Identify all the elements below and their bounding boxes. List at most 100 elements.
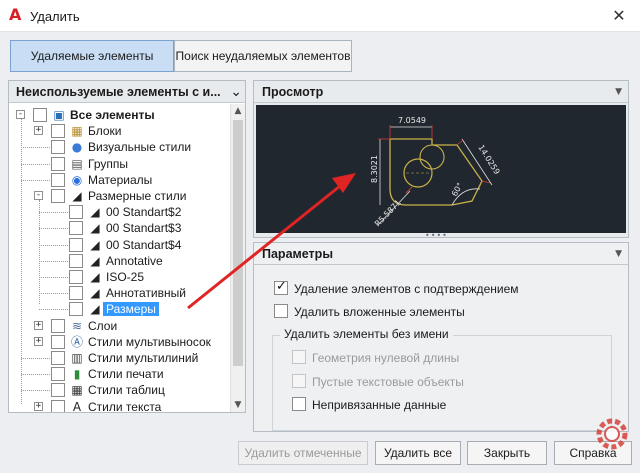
tree-row[interactable]: ◢ Размеры — [9, 301, 231, 317]
tree-panel-header: Неиспользуемые элементы с и... ⌄ — [9, 81, 245, 103]
tree-row[interactable]: ◢ 00 Standart$4 — [9, 237, 231, 253]
tree-item-checkbox[interactable] — [33, 108, 47, 122]
collapse-icon[interactable]: - — [34, 191, 43, 200]
expand-icon[interactable]: + — [34, 401, 43, 411]
purge-tree: - ▣ Все элементы + ▦ Блоки ● Визуальные стили ▤ Г… — [9, 104, 231, 412]
tree-scrollbar[interactable]: ▲ ▼ — [230, 104, 245, 412]
tree-item-checkbox[interactable] — [69, 237, 83, 252]
orphaned-data-checkbox[interactable] — [292, 397, 306, 411]
tree-item-label: Все элементы — [70, 108, 155, 122]
autocad-logo-icon: A — [9, 5, 22, 24]
tree-row[interactable]: ◢ 00 Standart$3 — [9, 220, 231, 236]
scrollbar-thumb[interactable] — [233, 120, 243, 366]
tree-row[interactable]: ▮ Стили печати — [9, 366, 231, 382]
materials-icon: ◉ — [71, 172, 83, 187]
orphaned-data-label: Непривязанные данные — [312, 398, 447, 412]
tree-item-checkbox[interactable] — [51, 124, 65, 139]
table-style-icon: ▦ — [71, 383, 83, 398]
tree-item-checkbox[interactable] — [51, 334, 65, 349]
tree-item-checkbox[interactable] — [69, 221, 83, 236]
window-title: Удалить — [30, 9, 80, 24]
tree-panel-title: Неиспользуемые элементы с и... — [16, 85, 221, 99]
tree-row[interactable]: ◉ Материалы — [9, 172, 231, 188]
tree-item-checkbox[interactable] — [51, 351, 65, 365]
params-title: Параметры — [262, 247, 333, 261]
tree-item-checkbox[interactable] — [51, 189, 65, 203]
splitter-grip[interactable]: •••• — [425, 232, 447, 240]
dimension-preview-drawing: 7.0549 8.3021 14.0259 60° R5.5871 — [370, 116, 501, 228]
tree-row[interactable]: ▦ Стили таблиц — [9, 382, 231, 398]
tree-item-checkbox[interactable] — [51, 156, 65, 171]
tree-item-label: Стили таблиц — [88, 383, 165, 398]
tree-item-label: Размеры — [103, 302, 159, 317]
purge-checked-button[interactable]: Удалить отмеченные — [238, 441, 368, 465]
tree-connector — [39, 212, 68, 214]
tree-item-checkbox[interactable] — [69, 286, 83, 301]
collapse-chevron-icon[interactable]: ⌄ — [230, 81, 242, 102]
tree-item-label: Материалы — [88, 172, 153, 187]
dim-angle-label: 60° — [450, 181, 465, 198]
tab-non-purgeable-items[interactable]: Поиск неудаляемых элементов — [174, 40, 352, 72]
tree-item-checkbox[interactable] — [69, 205, 83, 220]
params-header: Параметры ▼ — [254, 243, 628, 265]
tree-item-checkbox[interactable] — [51, 172, 65, 187]
tree-item-label: Стили мультивыносок — [88, 334, 211, 349]
tree-row[interactable]: ◢ ISO-25 — [9, 269, 231, 285]
expand-icon[interactable]: + — [34, 320, 43, 330]
tree-row[interactable]: ● Визуальные стили — [9, 139, 231, 155]
tree-connector — [39, 260, 68, 262]
tree-item-label: Блоки — [88, 124, 122, 139]
tree-row[interactable]: + ≋ Слои — [9, 318, 231, 334]
tree-item-checkbox[interactable] — [51, 399, 65, 412]
tree-row[interactable]: - ◢ Размерные стили — [9, 188, 231, 204]
tree-row[interactable]: - ▣ Все элементы — [9, 107, 231, 123]
collapse-icon[interactable]: - — [16, 110, 25, 119]
tree-item-checkbox[interactable] — [51, 383, 65, 398]
tree-row[interactable]: ◢ Annotative — [9, 253, 231, 269]
close-button[interactable]: Закрыть — [467, 441, 547, 465]
tree-row[interactable]: ▥ Стили мультилиний — [9, 350, 231, 366]
text-style-icon: A — [72, 399, 82, 412]
tree-connector — [21, 358, 50, 359]
preview-collapse-icon[interactable]: ▼ — [615, 81, 622, 103]
scroll-down-icon[interactable]: ▼ — [231, 398, 245, 412]
confirm-purge-checkbox[interactable] — [274, 279, 288, 295]
gear-watermark-icon — [596, 418, 628, 450]
expand-icon[interactable]: + — [34, 336, 43, 346]
tree-item-label: 00 Standart$4 — [106, 237, 182, 252]
expand-icon[interactable]: + — [34, 126, 43, 136]
multiline-style-icon: ▥ — [71, 351, 83, 365]
tab-purgeable-items[interactable]: Удаляемые элементы — [10, 40, 174, 72]
params-collapse-icon[interactable]: ▼ — [615, 243, 622, 265]
dimension-style-icon: ◢ — [90, 221, 100, 236]
tree-row[interactable]: + A Стили текста — [9, 399, 231, 412]
tree-row[interactable]: ◢ Аннотативный — [9, 285, 231, 301]
dimension-style-icon: ◢ — [90, 237, 100, 252]
tree-row[interactable]: + Ⓐ Стили мультивыносок — [9, 334, 231, 350]
tree-connector — [21, 179, 50, 181]
tree-row[interactable]: + ▦ Блоки — [9, 123, 231, 139]
tree-connector — [39, 277, 68, 278]
dimension-style-icon: ◢ — [90, 253, 100, 268]
groups-icon: ▤ — [71, 156, 83, 171]
tree-row[interactable]: ◢ 00 Standart$2 — [9, 204, 231, 220]
purge-nested-checkbox[interactable] — [274, 304, 288, 318]
preview-panel: Просмотр ▼ 7.0549 8.3021 14.0259 60° R5.… — [253, 80, 629, 238]
tree-item-checkbox[interactable] — [69, 302, 83, 317]
tree-item-checkbox[interactable] — [69, 253, 83, 268]
purge-tree-panel: Неиспользуемые элементы с и... ⌄ - ▣ Все э… — [8, 80, 246, 413]
close-window-button[interactable]: ✕ — [608, 5, 630, 27]
scroll-up-icon[interactable]: ▲ — [231, 104, 245, 118]
purge-all-button[interactable]: Удалить все — [375, 441, 461, 465]
purge-nested-label: Удалить вложенные элементы — [294, 305, 465, 319]
dim-radius-label: R5.5871 — [373, 198, 403, 228]
tree-item-label: Аннотативный — [106, 286, 186, 301]
tree-item-checkbox[interactable] — [69, 270, 83, 284]
tree-item-checkbox[interactable] — [51, 318, 65, 333]
all-items-icon: ▣ — [53, 108, 65, 122]
tree-row[interactable]: ▤ Группы — [9, 156, 231, 172]
tree-item-checkbox[interactable] — [51, 367, 65, 382]
tree-item-checkbox[interactable] — [51, 140, 65, 155]
tree-item-label: Стили печати — [88, 367, 164, 382]
tree-item-label: 00 Standart$3 — [106, 221, 182, 236]
